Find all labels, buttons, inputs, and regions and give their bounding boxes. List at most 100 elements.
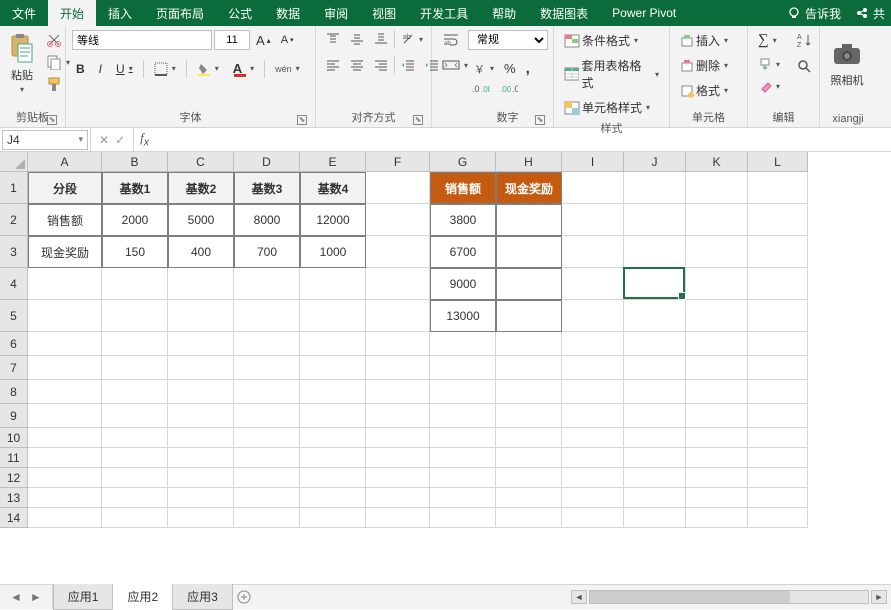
number-launcher[interactable]: ⬊: [535, 115, 545, 125]
cell[interactable]: [234, 508, 300, 528]
cell[interactable]: [168, 332, 234, 356]
font-size-combo[interactable]: [214, 30, 250, 50]
cell[interactable]: [562, 356, 624, 380]
fill-button[interactable]: [754, 55, 784, 73]
sheet-nav-prev[interactable]: ◄: [10, 590, 22, 604]
data-cell[interactable]: 分段: [28, 172, 102, 204]
cell[interactable]: [300, 268, 366, 300]
fx-icon[interactable]: fx: [134, 130, 155, 149]
name-box[interactable]: J4▾: [2, 130, 88, 150]
increase-font-button[interactable]: A▴: [252, 31, 275, 50]
cell[interactable]: [168, 300, 234, 332]
cell[interactable]: [234, 488, 300, 508]
cell[interactable]: [748, 172, 808, 204]
cell[interactable]: [496, 508, 562, 528]
border-button[interactable]: [150, 60, 180, 78]
cell[interactable]: [102, 380, 168, 404]
cell[interactable]: [366, 468, 430, 488]
cell[interactable]: [102, 448, 168, 468]
cell[interactable]: [496, 380, 562, 404]
cell[interactable]: [234, 428, 300, 448]
cell[interactable]: [430, 428, 496, 448]
cell[interactable]: [686, 204, 748, 236]
tab-datachart[interactable]: 数据图表: [528, 0, 600, 26]
cell[interactable]: [28, 428, 102, 448]
align-right-button[interactable]: [370, 56, 392, 74]
cell[interactable]: [28, 332, 102, 356]
row-header-3[interactable]: 3: [0, 236, 28, 268]
col-header-E[interactable]: E: [300, 152, 366, 172]
cell[interactable]: [624, 508, 686, 528]
col-header-K[interactable]: K: [686, 152, 748, 172]
row-header-6[interactable]: 6: [0, 332, 28, 356]
orientation-button[interactable]: ab: [397, 30, 427, 48]
conditional-format-button[interactable]: 条件格式: [560, 30, 642, 51]
cell[interactable]: [300, 488, 366, 508]
cell[interactable]: [686, 488, 748, 508]
cell[interactable]: [748, 380, 808, 404]
cell[interactable]: [748, 508, 808, 528]
cell[interactable]: [748, 448, 808, 468]
decrease-indent-button[interactable]: [397, 56, 419, 74]
cell[interactable]: [366, 356, 430, 380]
autosum-button[interactable]: ∑: [754, 30, 784, 51]
cell[interactable]: [430, 468, 496, 488]
cell[interactable]: [234, 300, 300, 332]
data-cell[interactable]: 基数1: [102, 172, 168, 204]
cell[interactable]: [496, 448, 562, 468]
sheet-tab-应用2[interactable]: 应用2: [112, 584, 173, 610]
cell[interactable]: [366, 488, 430, 508]
data-cell[interactable]: 12000: [300, 204, 366, 236]
cell[interactable]: [168, 380, 234, 404]
col-header-B[interactable]: B: [102, 152, 168, 172]
cell[interactable]: [686, 300, 748, 332]
cell[interactable]: [234, 380, 300, 404]
cell[interactable]: [748, 488, 808, 508]
align-left-button[interactable]: [322, 56, 344, 74]
scroll-thumb[interactable]: [590, 591, 790, 603]
cell[interactable]: [430, 380, 496, 404]
align-middle-button[interactable]: [346, 30, 368, 48]
sheet-tab-应用1[interactable]: 应用1: [53, 584, 114, 610]
italic-button[interactable]: I: [95, 60, 106, 78]
row-header-2[interactable]: 2: [0, 204, 28, 236]
tab-view[interactable]: 视图: [360, 0, 408, 26]
tell-me[interactable]: 告诉我: [779, 0, 849, 26]
cell[interactable]: [562, 236, 624, 268]
cell[interactable]: [28, 448, 102, 468]
comma-button[interactable]: ,: [522, 58, 534, 79]
data-cell[interactable]: 基数4: [300, 172, 366, 204]
cell[interactable]: [624, 172, 686, 204]
row-header-7[interactable]: 7: [0, 356, 28, 380]
tab-page-layout[interactable]: 页面布局: [144, 0, 216, 26]
cell[interactable]: [624, 404, 686, 428]
cell[interactable]: [300, 508, 366, 528]
align-center-button[interactable]: [346, 56, 368, 74]
tab-developer[interactable]: 开发工具: [408, 0, 480, 26]
cell[interactable]: [496, 356, 562, 380]
cell[interactable]: [748, 468, 808, 488]
data-cell[interactable]: 现金奖励: [28, 236, 102, 268]
cell[interactable]: [234, 404, 300, 428]
delete-cells-button[interactable]: 删除: [676, 55, 732, 76]
cell[interactable]: [168, 268, 234, 300]
data-cell[interactable]: 9000: [430, 268, 496, 300]
cell[interactable]: [748, 204, 808, 236]
col-header-G[interactable]: G: [430, 152, 496, 172]
row-header-12[interactable]: 12: [0, 468, 28, 488]
cell[interactable]: [102, 488, 168, 508]
cell[interactable]: [430, 404, 496, 428]
data-cell[interactable]: [496, 268, 562, 300]
cell[interactable]: [562, 268, 624, 300]
increase-decimal-button[interactable]: .0.00: [468, 81, 494, 97]
cell[interactable]: [624, 300, 686, 332]
cell[interactable]: [102, 356, 168, 380]
cell[interactable]: [300, 332, 366, 356]
data-cell[interactable]: 5000: [168, 204, 234, 236]
cell[interactable]: [624, 236, 686, 268]
horizontal-scrollbar[interactable]: ◄ ►: [567, 585, 891, 609]
tab-review[interactable]: 审阅: [312, 0, 360, 26]
font-launcher[interactable]: ⬊: [297, 115, 307, 125]
cell[interactable]: [102, 404, 168, 428]
cell[interactable]: [28, 404, 102, 428]
